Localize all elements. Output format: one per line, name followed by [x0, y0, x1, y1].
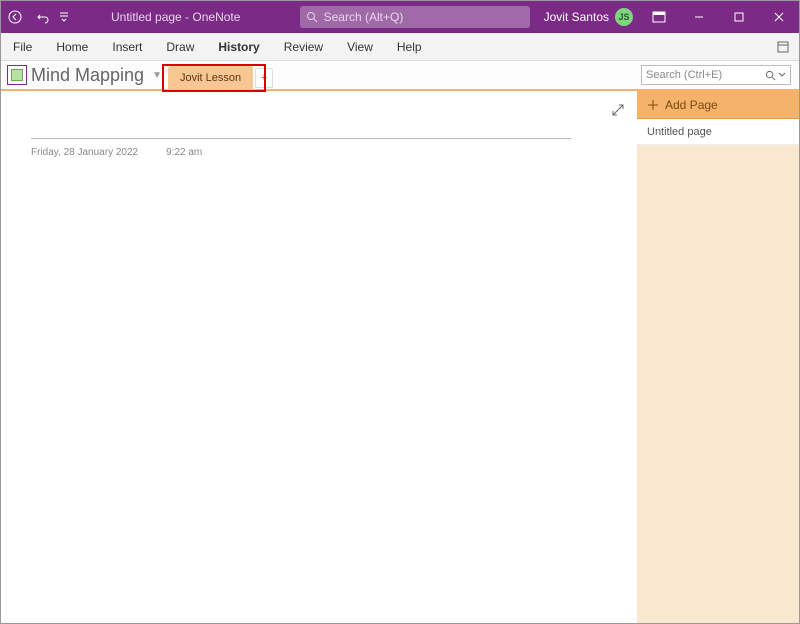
tab-view[interactable]: View — [335, 33, 385, 60]
page-panel: Add Page Untitled page — [637, 91, 799, 623]
notebook-dropdown-icon[interactable]: ▼ — [152, 70, 162, 81]
title-bar: Untitled page - OneNote Search (Alt+Q) J… — [1, 1, 799, 33]
maximize-button[interactable] — [719, 1, 759, 33]
tab-draw[interactable]: Draw — [154, 33, 206, 60]
collapse-ribbon-button[interactable] — [773, 37, 793, 57]
page-canvas[interactable]: Friday, 28 January 2022 9:22 am — [1, 91, 637, 623]
page-date: Friday, 28 January 2022 — [31, 147, 138, 158]
tab-review[interactable]: Review — [272, 33, 335, 60]
avatar: JS — [615, 8, 633, 26]
chevron-down-icon — [778, 71, 786, 79]
minimize-button[interactable] — [679, 1, 719, 33]
user-account[interactable]: Jovit Santos JS — [538, 8, 639, 26]
page-time: 9:22 am — [166, 147, 202, 158]
page-search-placeholder: Search (Ctrl+E) — [646, 69, 722, 81]
tab-home[interactable]: Home — [44, 33, 100, 60]
undo-button[interactable] — [29, 1, 57, 33]
close-button[interactable] — [759, 1, 799, 33]
notebook-name[interactable]: Mind Mapping — [31, 65, 144, 86]
global-search[interactable]: Search (Alt+Q) — [300, 6, 530, 28]
tab-file[interactable]: File — [1, 33, 44, 60]
page-meta: Friday, 28 January 2022 9:22 am — [31, 147, 607, 158]
qat-customize[interactable] — [57, 1, 71, 33]
search-icon — [306, 11, 318, 23]
window-title: Untitled page - OneNote — [111, 10, 240, 24]
quick-access — [1, 1, 71, 33]
back-button[interactable] — [1, 1, 29, 33]
ribbon-display-button[interactable] — [639, 1, 679, 33]
plus-icon — [647, 99, 659, 111]
global-search-placeholder: Search (Alt+Q) — [324, 10, 404, 24]
tab-help[interactable]: Help — [385, 33, 434, 60]
add-page-label: Add Page — [665, 98, 718, 112]
tab-history[interactable]: History — [206, 33, 271, 60]
tab-insert[interactable]: Insert — [100, 33, 154, 60]
page-search[interactable]: Search (Ctrl+E) — [641, 65, 791, 85]
content-area: Friday, 28 January 2022 9:22 am Add Page… — [1, 91, 799, 623]
ribbon-tabs: File Home Insert Draw History Review Vie… — [1, 33, 799, 61]
section-tab[interactable]: Jovit Lesson — [168, 66, 253, 90]
notebook-icon[interactable] — [7, 65, 27, 85]
notebook-bar: Mind Mapping ▼ Jovit Lesson + Search (Ct… — [1, 61, 799, 91]
search-icon — [765, 70, 776, 81]
user-name: Jovit Santos — [544, 10, 609, 24]
expand-icon[interactable] — [611, 103, 625, 122]
page-title-input[interactable] — [31, 115, 571, 139]
add-page-button[interactable]: Add Page — [637, 91, 799, 119]
page-list-item[interactable]: Untitled page — [637, 119, 799, 145]
add-section-button[interactable]: + — [255, 68, 273, 88]
